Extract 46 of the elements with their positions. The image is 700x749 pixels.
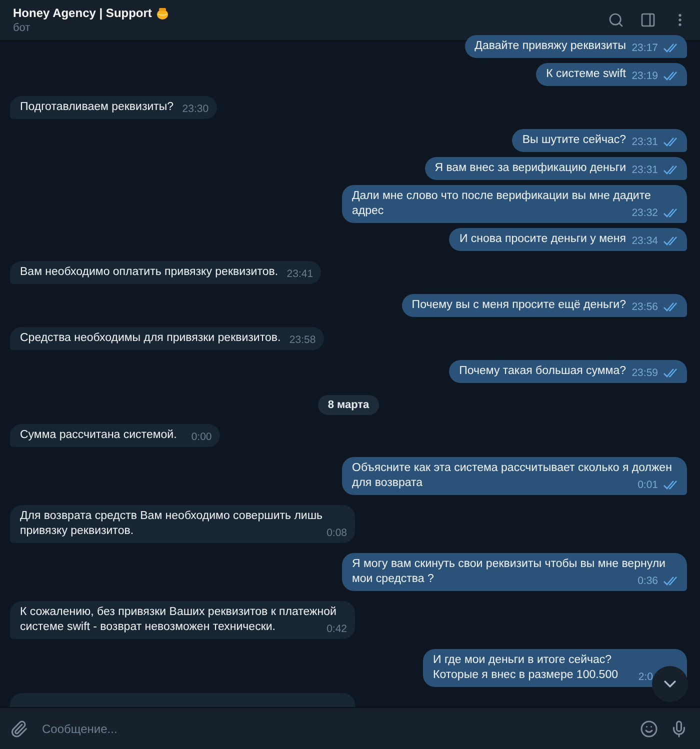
outgoing-message: Объясните как эта система рассчитывает сколько я должен для возврата 0:01: [342, 457, 687, 495]
message-time: 23:30: [182, 102, 209, 116]
outgoing-message: И снова просите деньги у меня 23:34: [449, 228, 687, 251]
outgoing-message: К системе swift 23:19: [536, 63, 687, 86]
incoming-message: Вам необходимо оплатить привязку реквизитов. 23:41: [10, 261, 322, 284]
sidebar-icon[interactable]: [640, 12, 656, 28]
outgoing-message: Я вам внес за верификацию деньги 23:31: [424, 157, 687, 180]
message-time: 0:01: [638, 478, 658, 492]
outgoing-message: Почему такая большая сумма? 23:59: [449, 360, 687, 383]
message-input[interactable]: Сообщение...: [40, 720, 628, 736]
message-time: 23:58: [289, 333, 316, 347]
chat-subtitle: бот: [13, 22, 32, 34]
incoming-message: К сожалению, без привязки Ваших реквизитов к платежной системе swift - возврат невозможен технически. 0:42: [10, 601, 355, 639]
attach-icon[interactable]: [10, 720, 28, 738]
honey-pot-icon: [156, 6, 169, 20]
outgoing-message: Почему вы с меня просите ещё деньги? 23:56: [402, 294, 687, 317]
message-time: 23:41: [286, 267, 314, 281]
incoming-message: Для возврата средств Вам необходимо совершить лишь привязку реквизитов. 0:08: [10, 505, 355, 543]
message-time: 23:32: [632, 206, 658, 220]
message-time: 23:59: [632, 366, 658, 380]
message-composer[interactable]: Сообщение...: [0, 707, 700, 749]
message-time: 0:08: [326, 526, 347, 540]
chat-title: Honey Agency | Support: [13, 6, 152, 20]
message-time: 23:19: [632, 69, 658, 83]
incoming-message: Средства необходимы для привязки реквизитов. 23:58: [10, 327, 324, 350]
outgoing-message: Я могу вам скинуть свои реквизиты чтобы вы мне вернули мои средства ? 0:36: [342, 553, 687, 591]
message-time: 0:00: [191, 430, 212, 444]
incoming-message: Подготавливаем реквизиты? 23:30: [10, 96, 217, 119]
emoji-icon[interactable]: [640, 720, 658, 738]
message-time: 23:31: [632, 163, 658, 177]
message-time: 0:36: [638, 574, 658, 588]
outgoing-message: Дали мне слово что после верификации вы мне дадите адрес 23:32: [342, 185, 687, 223]
outgoing-message: Давайте привяжу реквизиты 23:17: [464, 35, 687, 58]
message-time: 23:56: [632, 300, 658, 314]
message-time: 0:42: [326, 622, 347, 636]
scroll-down-button[interactable]: [652, 666, 688, 702]
date-badge: 8 марта: [318, 395, 380, 415]
search-icon[interactable]: [608, 12, 624, 28]
microphone-icon[interactable]: [670, 720, 688, 738]
outgoing-message: Вы шутите сейчас? 23:31: [512, 129, 687, 152]
outgoing-message: И где мои деньги в итоге сейчас? Которые я внес в размере 100.500 2:0: [423, 649, 687, 687]
message-time: 23:31: [632, 135, 658, 149]
message-time: 23:34: [632, 234, 658, 248]
message-time: 23:17: [632, 41, 658, 55]
incoming-message: Сумма рассчитана системой. 0:00: [10, 424, 220, 447]
message-time: 2:0: [638, 670, 653, 684]
